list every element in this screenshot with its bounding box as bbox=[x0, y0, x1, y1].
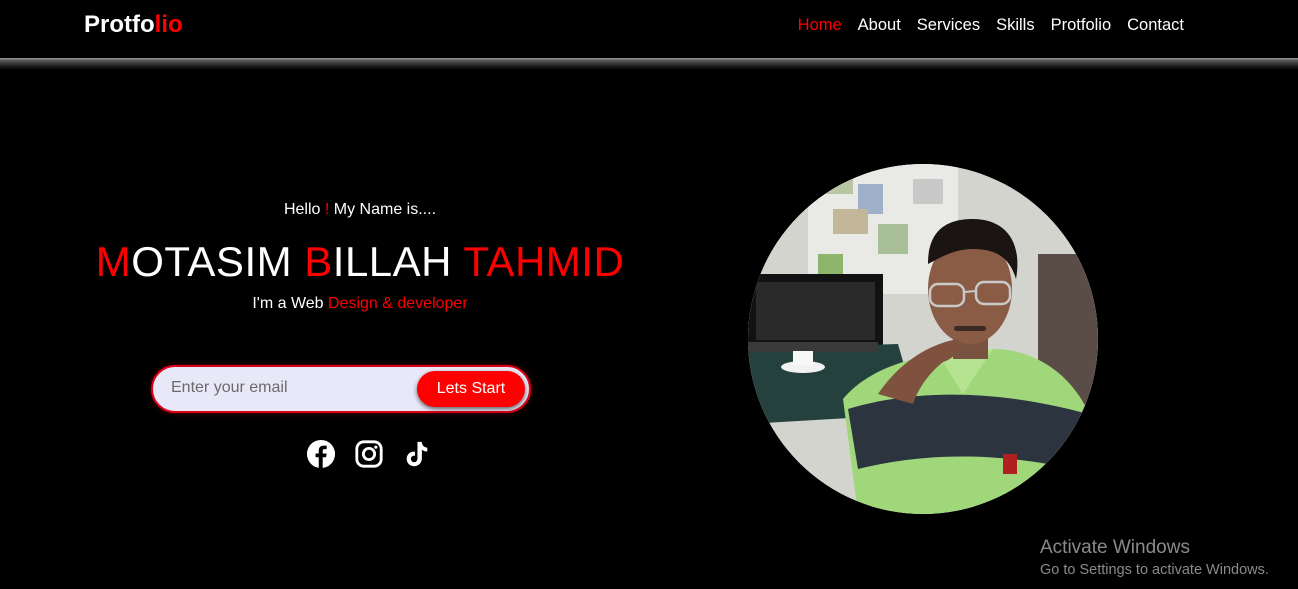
activate-windows-watermark: Activate Windows Go to Settings to activ… bbox=[1040, 537, 1269, 580]
logo-text-part1: Protfo bbox=[84, 11, 155, 38]
lets-start-button[interactable]: Lets Start bbox=[417, 371, 525, 407]
watermark-title: Activate Windows bbox=[1040, 537, 1190, 558]
social-links bbox=[306, 438, 432, 470]
navbar: Protfolio Home About Services Skills Pro… bbox=[0, 0, 1298, 58]
name-initial-b: B bbox=[304, 238, 333, 285]
greeting: Hello ! My Name is.... bbox=[0, 201, 720, 219]
nav-services[interactable]: Services bbox=[917, 16, 980, 35]
tagline: I'm a Web Design & developer bbox=[0, 295, 720, 313]
nav-contact[interactable]: Contact bbox=[1127, 16, 1184, 35]
name-last: TAHMID bbox=[463, 238, 625, 285]
hero-name: MOTASIM BILLAH TAHMID bbox=[0, 238, 720, 286]
profile-photo-illustration bbox=[748, 164, 1098, 514]
nav-skills[interactable]: Skills bbox=[996, 16, 1035, 35]
nav-home[interactable]: Home bbox=[798, 16, 842, 35]
tiktok-icon[interactable] bbox=[402, 438, 432, 470]
email-input[interactable] bbox=[169, 375, 413, 401]
nav-menu: Home About Services Skills Protfolio Con… bbox=[798, 16, 1184, 35]
name-middle-rest: ILLAH bbox=[332, 238, 464, 285]
logo-text-part2: lio bbox=[154, 11, 183, 38]
greeting-text-1: Hello bbox=[283, 201, 325, 218]
tagline-text-1: I'm a Web bbox=[252, 295, 329, 312]
tagline-highlight: Design & developer bbox=[328, 295, 468, 312]
email-form: Lets Start bbox=[151, 365, 531, 413]
watermark-subtitle: Go to Settings to activate Windows. bbox=[1040, 562, 1269, 578]
name-initial-m: M bbox=[95, 238, 132, 285]
page: Protfolio Home About Services Skills Pro… bbox=[0, 0, 1298, 589]
logo[interactable]: Protfolio bbox=[84, 11, 183, 39]
name-first-rest: OTASIM bbox=[131, 238, 305, 285]
facebook-icon[interactable] bbox=[306, 438, 336, 470]
navbar-shadow bbox=[0, 58, 1298, 70]
instagram-icon[interactable] bbox=[354, 438, 384, 470]
profile-photo bbox=[748, 164, 1098, 514]
nav-about[interactable]: About bbox=[858, 16, 901, 35]
greeting-text-2: My Name is.... bbox=[329, 201, 437, 218]
nav-portfolio[interactable]: Protfolio bbox=[1051, 16, 1112, 35]
